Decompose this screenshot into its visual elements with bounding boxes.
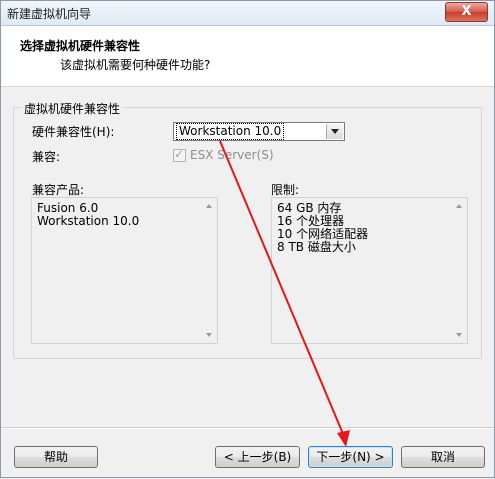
annotation-arrow: [219, 140, 350, 447]
new-vm-wizard-window: 新建虚拟机向导 X 选择虚拟机硬件兼容性 该虚拟机需要何种硬件功能? 虚拟机硬件…: [0, 0, 495, 478]
annotation-arrowhead: [337, 430, 350, 447]
annotation-arrow-line: [219, 140, 347, 442]
